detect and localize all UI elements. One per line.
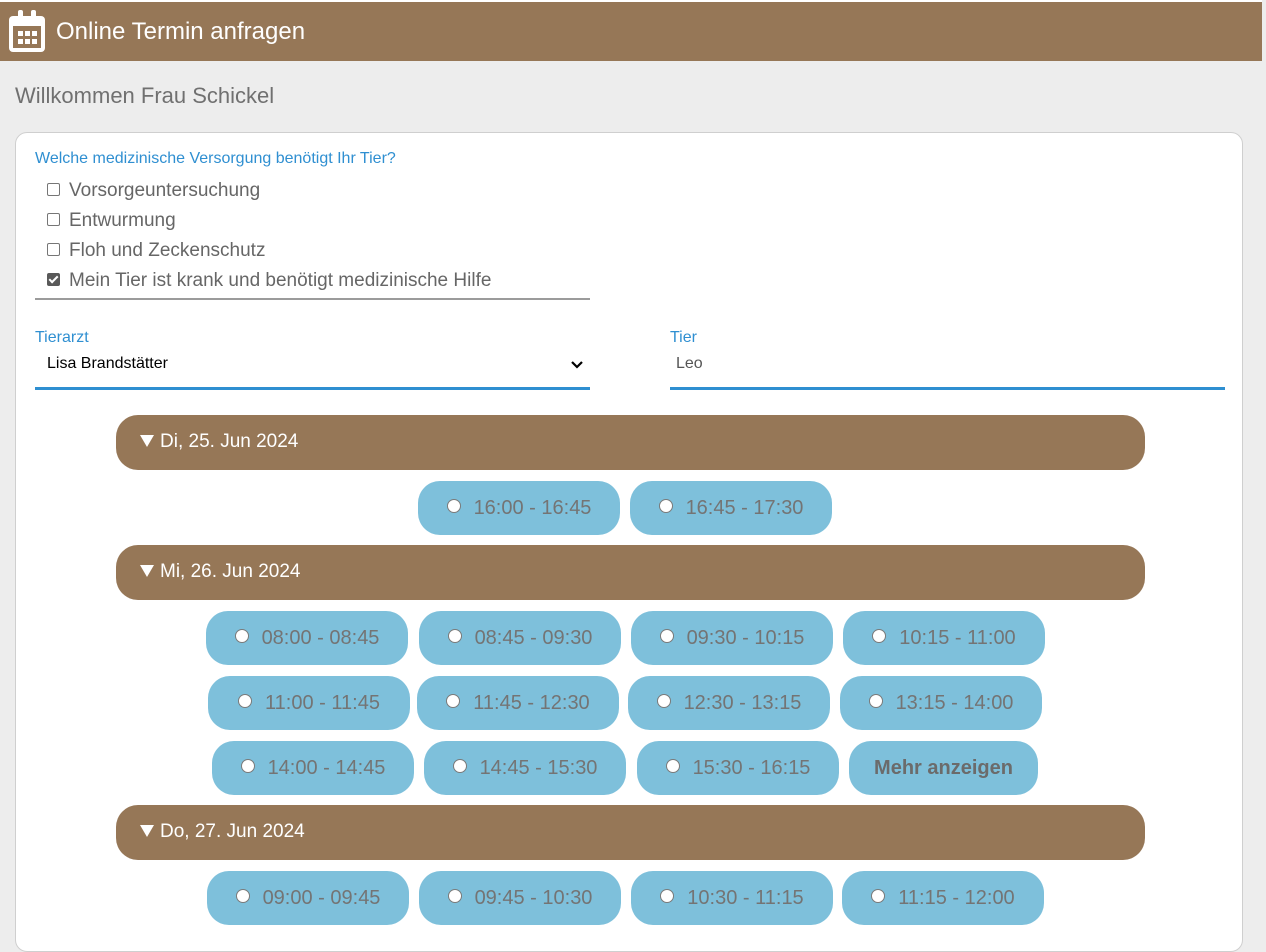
triangle-down-icon: [140, 565, 154, 577]
triangle-down-icon: [140, 825, 154, 837]
checkbox-label: Vorsorgeuntersuchung: [69, 180, 261, 201]
time-slot-label: 10:15 - 11:00: [899, 627, 1016, 649]
time-slot-label: 15:30 - 16:15: [692, 757, 811, 779]
radio-button[interactable]: [447, 629, 462, 643]
radio-button[interactable]: [871, 889, 886, 903]
pet-field[interactable]: Leo: [670, 348, 1225, 390]
time-slot[interactable]: 09:45 - 10:30: [419, 871, 621, 925]
time-slot[interactable]: 16:45 - 17:30: [630, 481, 832, 535]
day-label: Di, 25. Jun 2024: [160, 431, 299, 452]
day-label: Do, 27. Jun 2024: [160, 821, 305, 842]
pet-label: Tier: [670, 329, 697, 346]
time-slot[interactable]: 10:30 - 11:15: [631, 871, 833, 925]
time-slot[interactable]: 10:15 - 11:00: [843, 611, 1045, 665]
vet-label: Tierarzt: [35, 329, 89, 346]
care-question: Welche medizinische Versorgung benötigt …: [35, 150, 396, 167]
welcome-text: Willkommen Frau Schickel: [15, 83, 275, 108]
time-slot[interactable]: 14:45 - 15:30: [424, 741, 626, 795]
time-slot-label: 12:30 - 13:15: [683, 692, 802, 714]
time-slot[interactable]: 09:30 - 10:15: [631, 611, 833, 665]
time-slot[interactable]: 16:00 - 16:45: [418, 481, 620, 535]
care-options: Vorsorgeuntersuchung Entwurmung Floh und…: [47, 176, 607, 296]
radio-button[interactable]: [446, 499, 461, 513]
time-slot-label: 14:00 - 14:45: [267, 757, 386, 779]
time-slot-label: 09:45 - 10:30: [474, 887, 593, 909]
time-slot[interactable]: 12:30 - 13:15: [628, 676, 830, 730]
time-slot[interactable]: 08:00 - 08:45: [206, 611, 408, 665]
radio-button[interactable]: [234, 629, 249, 643]
radio-button[interactable]: [656, 694, 671, 708]
checkbox-checked[interactable]: [47, 272, 60, 286]
triangle-down-icon: [140, 435, 154, 447]
radio-button[interactable]: [658, 499, 673, 513]
radio-button[interactable]: [868, 694, 883, 708]
time-slot[interactable]: 15:30 - 16:15: [637, 741, 839, 795]
appointment-form: Welche medizinische Versorgung benötigt …: [15, 132, 1243, 952]
checkbox[interactable]: [47, 242, 60, 256]
calendar-icon: [9, 10, 45, 52]
care-option-flea-tick[interactable]: Floh und Zeckenschutz: [47, 236, 607, 266]
time-slot-label: 14:45 - 15:30: [479, 757, 598, 779]
time-slot[interactable]: 13:15 - 14:00: [840, 676, 1042, 730]
care-option-deworming[interactable]: Entwurmung: [47, 206, 607, 236]
radio-button[interactable]: [872, 629, 887, 643]
checkbox[interactable]: [47, 212, 60, 226]
radio-button[interactable]: [240, 759, 255, 773]
time-slot[interactable]: 11:15 - 12:00: [842, 871, 1044, 925]
radio-button[interactable]: [452, 759, 467, 773]
time-slot-label: 16:45 - 17:30: [685, 497, 804, 519]
time-slot-label: 11:15 - 12:00: [898, 887, 1015, 909]
divider: [35, 298, 590, 300]
time-slot-label: 08:00 - 08:45: [261, 627, 380, 649]
time-slot-label: 09:00 - 09:45: [262, 887, 381, 909]
time-slot-label: 16:00 - 16:45: [473, 497, 592, 519]
radio-button[interactable]: [446, 694, 461, 708]
time-slot-label: 11:45 - 12:30: [473, 692, 590, 714]
radio-button[interactable]: [660, 889, 675, 903]
page-title: Online Termin anfragen: [56, 18, 306, 45]
time-slot[interactable]: 14:00 - 14:45: [212, 741, 414, 795]
checkbox[interactable]: [47, 182, 60, 196]
radio-button[interactable]: [659, 629, 674, 643]
day-header[interactable]: Mi, 26. Jun 2024: [116, 545, 1145, 600]
show-more-label: Mehr anzeigen: [874, 756, 1013, 779]
time-slot-label: 13:15 - 14:00: [895, 692, 1014, 714]
vet-select[interactable]: Lisa Brandstätter: [35, 348, 590, 390]
vet-select-value: Lisa Brandstätter: [47, 355, 168, 372]
radio-button[interactable]: [238, 694, 253, 708]
checkbox-label: Entwurmung: [69, 210, 176, 231]
pet-field-value: Leo: [676, 355, 703, 372]
header-bar: Online Termin anfragen: [0, 0, 1262, 61]
time-slot-label: 09:30 - 10:15: [686, 627, 805, 649]
show-more-button[interactable]: Mehr anzeigen: [849, 741, 1038, 795]
day-header[interactable]: Do, 27. Jun 2024: [116, 805, 1145, 860]
time-slot-label: 11:00 - 11:45: [265, 692, 380, 714]
chevron-down-icon: [571, 361, 583, 369]
care-option-sick[interactable]: Mein Tier ist krank und benötigt medizin…: [47, 266, 607, 296]
radio-button[interactable]: [235, 889, 250, 903]
day-label: Mi, 26. Jun 2024: [160, 561, 301, 582]
checkbox-label: Mein Tier ist krank und benötigt medizin…: [69, 270, 492, 291]
radio-button[interactable]: [447, 889, 462, 903]
care-option-checkup[interactable]: Vorsorgeuntersuchung: [47, 176, 607, 206]
time-slot-label: 08:45 - 09:30: [474, 627, 593, 649]
time-slot[interactable]: 11:00 - 11:45: [208, 676, 410, 730]
checkbox-label: Floh und Zeckenschutz: [69, 240, 266, 261]
day-header[interactable]: Di, 25. Jun 2024: [116, 415, 1145, 470]
time-slot[interactable]: 11:45 - 12:30: [417, 676, 619, 730]
time-slot[interactable]: 08:45 - 09:30: [419, 611, 621, 665]
time-slot-label: 10:30 - 11:15: [687, 887, 804, 909]
time-slot[interactable]: 09:00 - 09:45: [207, 871, 409, 925]
radio-button[interactable]: [665, 759, 680, 773]
